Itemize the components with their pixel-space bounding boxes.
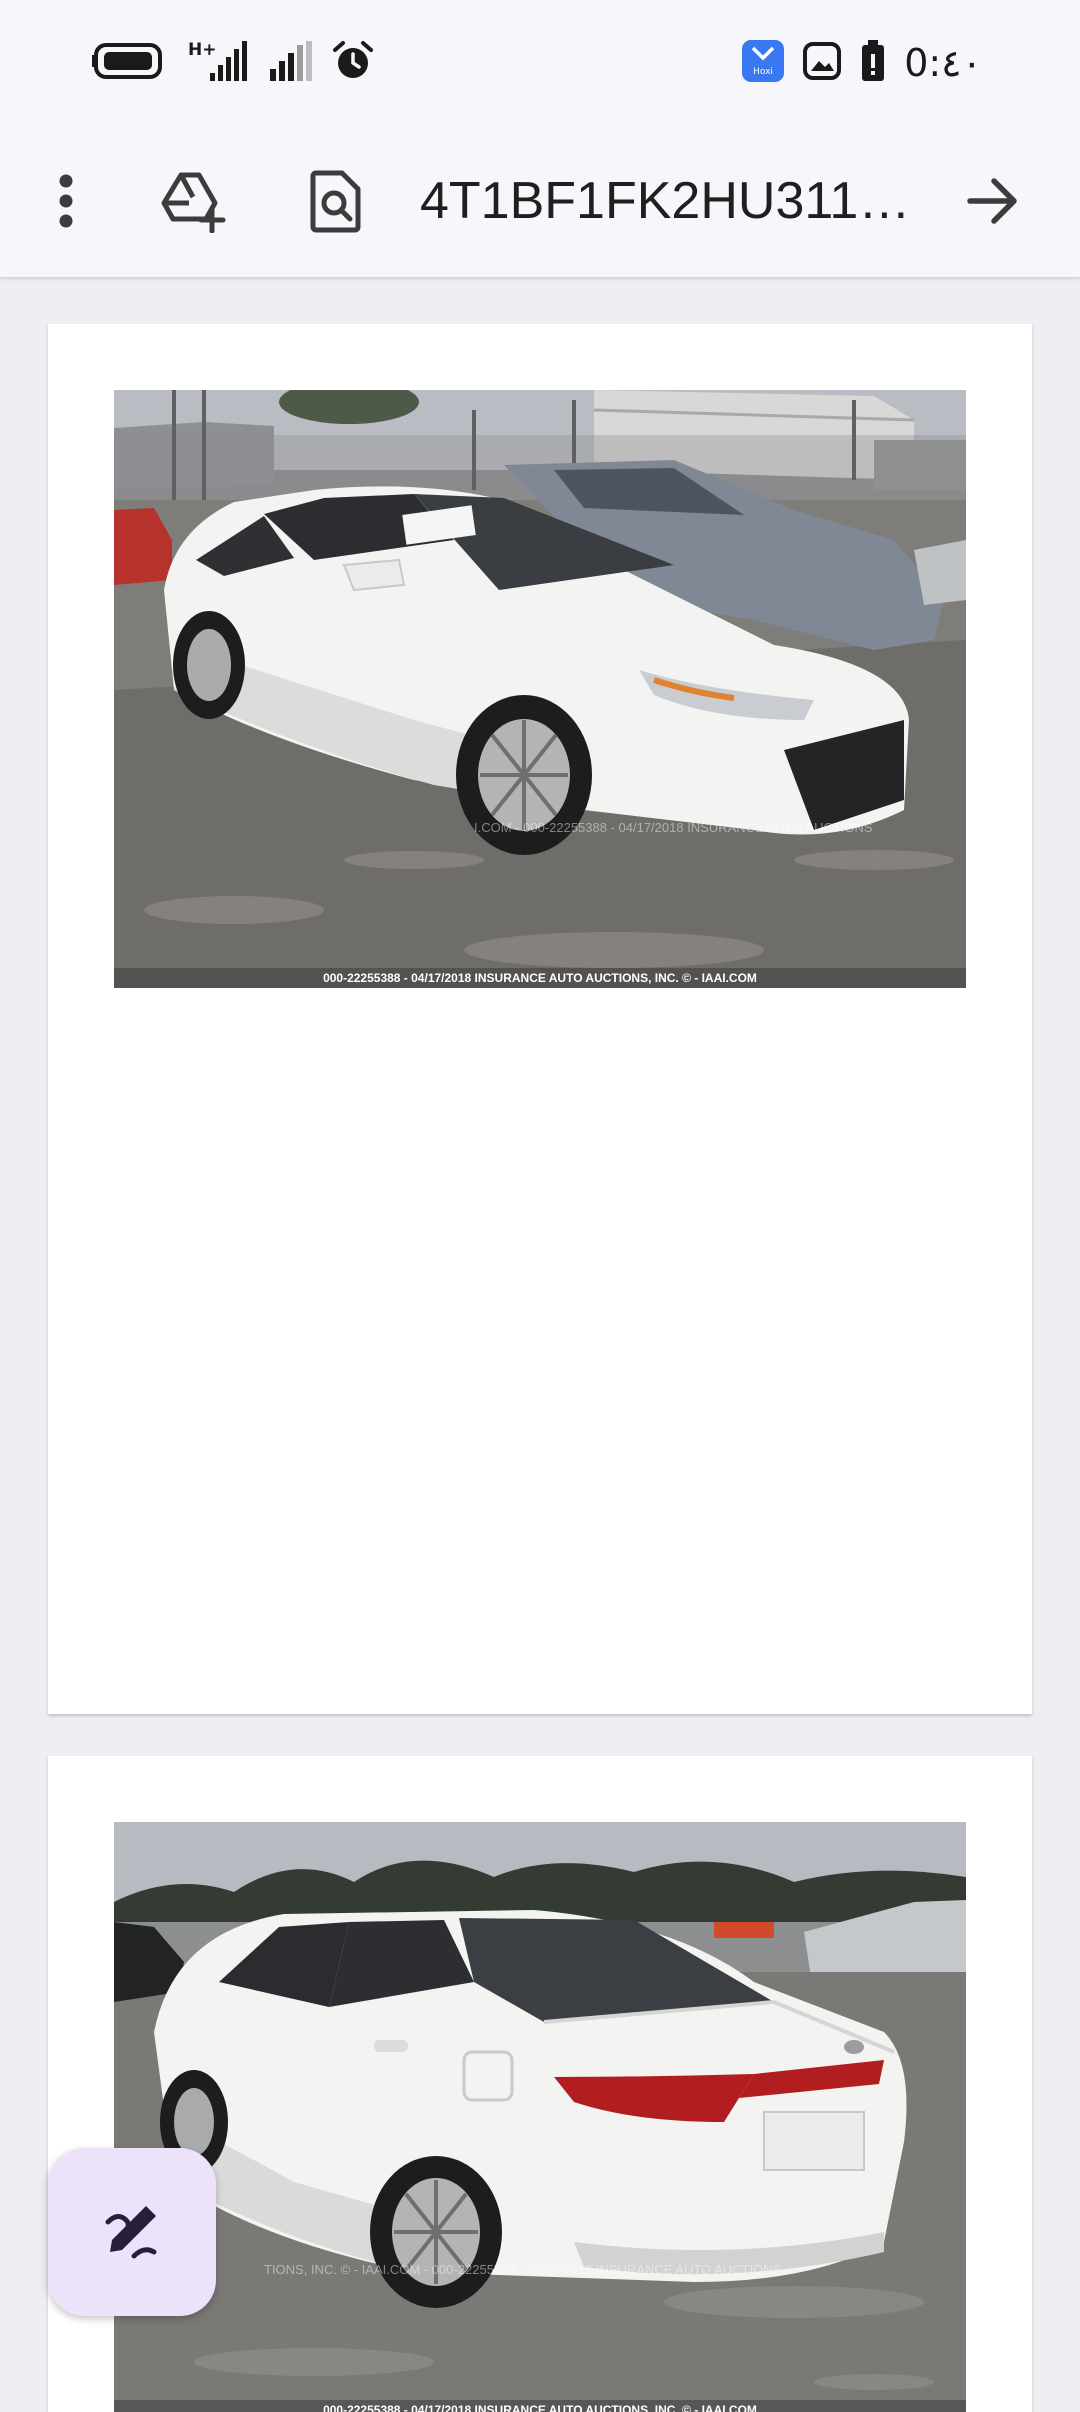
- battery-saver-icon: [92, 41, 168, 86]
- status-time: 0:٤٠: [904, 41, 982, 85]
- pdf-viewer-screen: H+ Hoxi 0:٤٠ 4T1BF1FK2HU3115... I.COM - …: [0, 0, 1080, 2412]
- photo-caption: 000-22255388 - 04/17/2018 INSURANCE AUTO…: [114, 968, 966, 988]
- find-in-page-button[interactable]: [296, 161, 376, 241]
- car-photo-rear: TIONS, INC. © - IAAI.COM - 000-22255388 …: [114, 1822, 966, 2412]
- app-bar: 4T1BF1FK2HU3115...: [0, 125, 1080, 277]
- find-in-page-icon: [310, 170, 361, 233]
- hoxi-label: Hoxi: [753, 67, 773, 77]
- photo-watermark: I.COM - 000-22255388 - 04/17/2018 INSURA…: [474, 820, 873, 835]
- more-vert-icon: [59, 174, 73, 228]
- next-button[interactable]: [954, 161, 1034, 241]
- document-title: 4T1BF1FK2HU3115...: [420, 172, 920, 230]
- annotate-fab-button[interactable]: [48, 2148, 216, 2316]
- status-bar-right: Hoxi 0:٤٠: [742, 38, 982, 88]
- edit-draw-icon: [105, 2206, 157, 2259]
- photo-caption: 000-22255388 - 04/17/2018 INSURANCE AUTO…: [114, 2400, 966, 2412]
- white-sedan-rear-image: [114, 1822, 966, 2412]
- hoxi-app-notification-icon: Hoxi: [742, 39, 785, 87]
- battery-icon: [860, 39, 886, 87]
- status-bar-left: H+: [92, 38, 374, 88]
- second-signal-icon: [268, 39, 314, 88]
- add-to-drive-button[interactable]: [152, 161, 232, 241]
- pdf-page-2[interactable]: TIONS, INC. © - IAAI.COM - 000-22255388 …: [48, 1756, 1032, 2412]
- white-sedan-front-image: [114, 390, 966, 988]
- gallery-notification-icon: [802, 41, 842, 86]
- add-to-drive-icon: [161, 172, 226, 233]
- mobile-signal-icon: H+: [186, 39, 250, 88]
- network-type-label: H+: [188, 40, 216, 60]
- status-bar: H+ Hoxi 0:٤٠: [0, 0, 1080, 125]
- arrow-forward-icon: [967, 178, 1017, 224]
- car-photo-front: I.COM - 000-22255388 - 04/17/2018 INSURA…: [114, 390, 966, 988]
- photo-watermark: TIONS, INC. © - IAAI.COM - 000-22255388 …: [264, 2262, 782, 2277]
- alarm-icon: [332, 40, 374, 87]
- more-options-button[interactable]: [26, 161, 106, 241]
- pdf-page-1[interactable]: I.COM - 000-22255388 - 04/17/2018 INSURA…: [48, 324, 1032, 1714]
